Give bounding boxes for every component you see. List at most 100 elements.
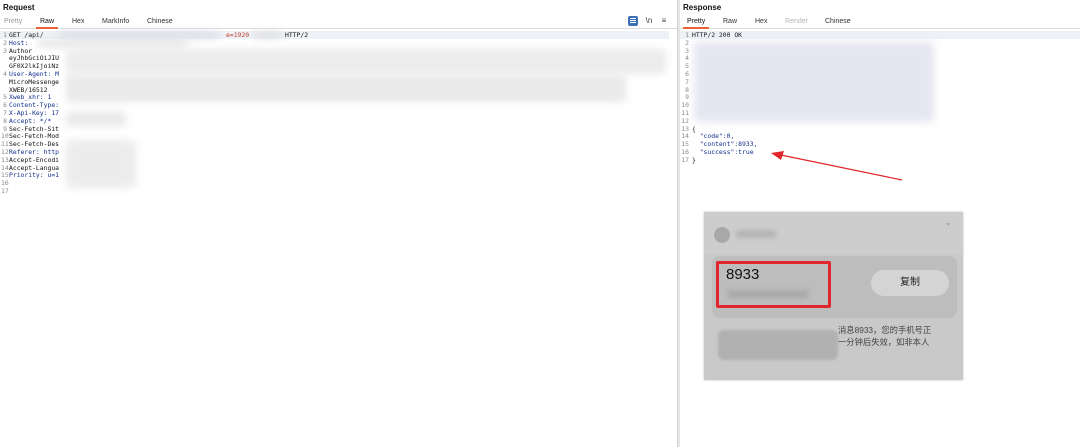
line-text: Priority: u=1: [9, 171, 60, 180]
request-line: 17: [0, 187, 677, 195]
line-text: Sec-Fetch-Sit: [9, 124, 60, 133]
line-content: Referer: http: [9, 148, 59, 156]
line-text: X-Api-Key: 17: [9, 109, 60, 117]
line-number: 11: [681, 109, 689, 117]
line-text: GET /api/: [9, 31, 44, 39]
response-tab-pretty[interactable]: Pretty: [683, 17, 710, 29]
line-number: 7: [685, 77, 689, 86]
line-number: 3: [685, 46, 689, 55]
line-text: Accept-Encodi: [9, 155, 60, 164]
redacted-sender: [736, 230, 776, 238]
line-text: MicroMessenge: [9, 77, 60, 86]
sms-message-text: 消息8933，您的手机号正 一分钟后失效，如非本人: [838, 324, 960, 348]
sender-avatar: [714, 227, 730, 243]
request-pane: Request Pretty Raw Hex MarkInfo Chinese …: [0, 0, 677, 447]
redacted-content-type: [66, 112, 126, 126]
line-text: Accept: */*: [9, 116, 52, 125]
line-content: Author: [9, 47, 32, 55]
response-tab-raw[interactable]: Raw: [719, 17, 741, 29]
line-content: GF0X2lkIjoiNz: [9, 62, 59, 70]
response-title: Response: [683, 3, 722, 12]
response-line: 1 HTTP/2 200 OK: [680, 31, 1080, 39]
line-number: 1: [3, 31, 7, 39]
request-line: 6 Content-Type:: [0, 101, 677, 109]
response-tab-render[interactable]: Render: [781, 17, 812, 29]
redacted-auth: [66, 49, 666, 74]
line-number: 4: [3, 70, 7, 78]
request-tab-hex[interactable]: Hex: [68, 17, 88, 29]
line-text: GF0X2lkIjoiNz: [9, 62, 60, 71]
line-content: X-Api-Key: 17: [9, 109, 59, 117]
line-number: 7: [3, 109, 7, 117]
menu-icon[interactable]: ≡: [659, 16, 669, 26]
redacted-fetch-headers: [66, 140, 136, 188]
line-number: 1: [685, 31, 689, 39]
line-content: Content-Type:: [9, 101, 59, 109]
line-content: Xweb_xhr: 1: [9, 93, 51, 101]
line-number: 17: [1, 187, 9, 195]
line-content: MicroMessenge: [9, 78, 59, 86]
line-number: 13: [1, 155, 9, 164]
line-text: eyJhbGciOiJIU: [9, 54, 60, 63]
line-content: HTTP/2 200 OK: [692, 31, 743, 39]
line-content: Priority: u=1: [9, 171, 59, 179]
line-content: Host:: [9, 39, 28, 47]
line-number: 9: [685, 93, 689, 102]
line-content: User-Agent: M: [9, 70, 59, 78]
newline-toggle-icon[interactable]: \n: [644, 16, 654, 26]
response-tabbar: Pretty Raw Hex Render Chinese: [680, 15, 1080, 29]
line-number: 3: [3, 46, 7, 55]
line-text: Xweb_xhr: 1: [9, 93, 52, 102]
response-line: 16 "success":true: [680, 148, 1080, 156]
line-number: 15: [681, 140, 689, 149]
line-content: }: [692, 155, 696, 164]
request-tab-chinese[interactable]: Chinese: [143, 17, 177, 29]
response-tab-hex[interactable]: Hex: [751, 17, 771, 29]
copy-button[interactable]: 复制: [871, 270, 949, 296]
line-text: Content-Type:: [9, 101, 60, 110]
line-number: 2: [685, 38, 689, 47]
line-number: 8: [3, 116, 7, 125]
line-text: Author: [9, 46, 33, 55]
sms-message-line-2: 一分钟后失效，如非本人: [838, 337, 930, 347]
response-line: 17}: [680, 156, 1080, 164]
line-content: GET /api/e=1920 HTTP/2: [9, 31, 308, 39]
line-number: 10: [1, 132, 9, 141]
line-content: XWEB/16512: [9, 86, 47, 94]
redacted-message-bubble: [718, 330, 838, 360]
redacted-user-agent: [66, 75, 626, 102]
line-content: Accept-Encodi: [9, 156, 59, 164]
line-text: Referer: http: [9, 148, 60, 156]
line-number: 10: [681, 101, 689, 110]
response-tab-chinese[interactable]: Chinese: [821, 17, 855, 29]
line-content: Sec-Fetch-Mod: [9, 132, 59, 140]
message-format-icon[interactable]: [628, 16, 638, 26]
line-number: 14: [1, 163, 9, 172]
line-number: 17: [681, 155, 689, 164]
http-version: HTTP/2: [285, 31, 309, 39]
line-text: Sec-Fetch-Mod: [9, 132, 60, 141]
line-number: 9: [3, 124, 7, 133]
line-number: 8: [685, 85, 689, 94]
line-content: Accept-Langua: [9, 164, 59, 172]
line-number: 12: [681, 116, 689, 125]
line-number: 14: [681, 132, 689, 141]
line-number: 5: [3, 93, 7, 102]
sms-message-line-1: 消息8933，您的手机号正: [838, 325, 932, 335]
line-content: "code":0,: [692, 132, 735, 141]
line-number: 16: [681, 148, 689, 156]
response-line: 15 "content":8933,: [680, 140, 1080, 148]
sms-screenshot: ⌄ 8933 复制 消息8933，您的手机号正 一分钟后失效，如非本人: [704, 212, 963, 380]
request-tab-markinfo[interactable]: MarkInfo: [98, 17, 133, 29]
response-line: 13{: [680, 125, 1080, 133]
line-content: "content":8933,: [692, 140, 758, 149]
line-number: 13: [681, 124, 689, 133]
chevron-down-icon: ⌄: [945, 218, 952, 227]
line-number: 4: [685, 54, 689, 63]
line-number: 15: [1, 171, 9, 180]
request-tab-pretty[interactable]: Pretty: [0, 17, 26, 29]
redacted-param: [253, 32, 281, 38]
line-number: 12: [1, 148, 9, 156]
request-tab-raw[interactable]: Raw: [36, 17, 59, 29]
response-line: 14 "code":0,: [680, 132, 1080, 140]
